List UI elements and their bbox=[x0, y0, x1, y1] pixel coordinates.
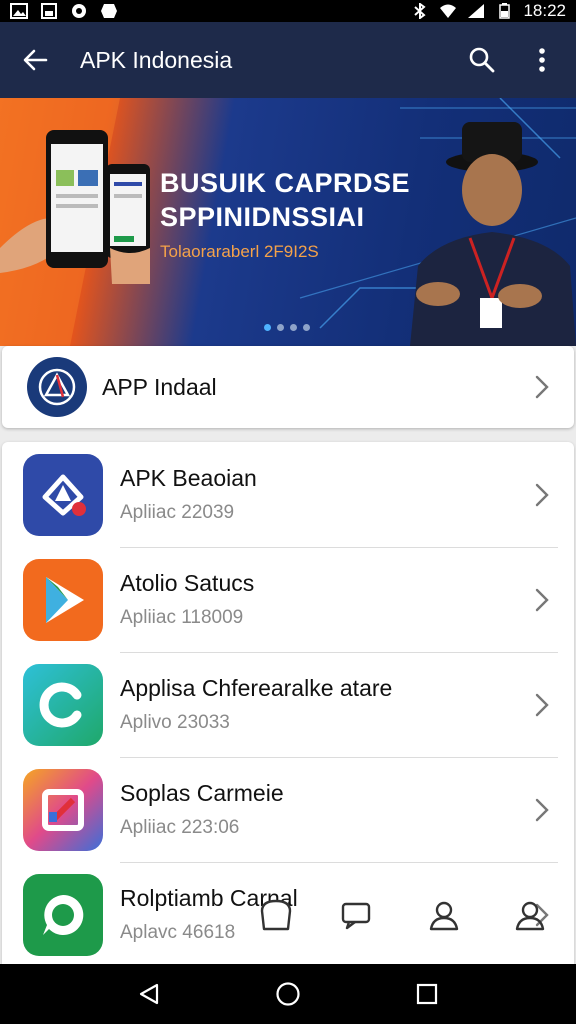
list-item[interactable]: APK Beaoian Apliiac 22039 bbox=[2, 442, 574, 547]
tab-profile[interactable] bbox=[422, 892, 466, 938]
bluetooth-icon bbox=[414, 3, 427, 19]
page-indicator-dot[interactable] bbox=[303, 324, 310, 331]
notification-icons bbox=[10, 3, 118, 19]
apk-beaoian-icon bbox=[23, 453, 103, 536]
app-title: Soplas Carmeie bbox=[120, 780, 284, 806]
page-title: APK Indonesia bbox=[80, 46, 233, 73]
chevron-right-icon bbox=[522, 685, 562, 725]
featured-app-logo bbox=[27, 357, 87, 417]
app-subtitle: Apliiac 118009 bbox=[120, 607, 244, 628]
back-button[interactable] bbox=[0, 22, 70, 98]
message-icon bbox=[341, 902, 371, 930]
search-icon bbox=[469, 47, 495, 73]
nav-back-button[interactable] bbox=[124, 969, 174, 1019]
chevron-right-icon bbox=[522, 367, 562, 407]
promo-banner[interactable]: BUSUIK CAPRDSE SPPINIDNSSIAI Tolaorarabe… bbox=[0, 98, 576, 346]
signal-icon bbox=[468, 4, 485, 18]
c-logo-icon bbox=[23, 663, 103, 746]
gallery-notification-icon bbox=[10, 3, 28, 19]
image-notification-icon bbox=[41, 3, 57, 19]
camera-frame-icon bbox=[23, 768, 103, 851]
person-icon bbox=[515, 901, 545, 931]
record-notification-icon bbox=[72, 4, 86, 18]
nav-back-icon bbox=[140, 983, 159, 1005]
system-nav-bar bbox=[0, 964, 576, 1024]
banner-headline-2: SPPINIDNSSIAI bbox=[160, 202, 365, 232]
app-bar: APK Indonesia bbox=[0, 22, 576, 98]
overflow-menu-button[interactable] bbox=[512, 22, 572, 98]
tab-messages[interactable] bbox=[334, 892, 378, 938]
arrow-back-icon bbox=[23, 49, 48, 71]
nav-home-button[interactable] bbox=[263, 969, 313, 1019]
featured-app-card[interactable]: APP Indaal bbox=[2, 346, 574, 428]
chevron-right-icon bbox=[522, 790, 562, 830]
page-indicator-dot[interactable] bbox=[264, 324, 271, 331]
chevron-right-icon bbox=[522, 580, 562, 620]
wifi-icon bbox=[440, 4, 457, 18]
battery-icon bbox=[499, 3, 511, 19]
chevron-right-icon bbox=[522, 475, 562, 515]
page-indicator bbox=[264, 324, 310, 331]
triangle-emblem-icon bbox=[38, 368, 76, 406]
app-title: Atolio Satucs bbox=[120, 570, 255, 596]
app-subtitle: Aplivo 23033 bbox=[120, 712, 230, 733]
status-bar: 18:22 bbox=[0, 0, 576, 22]
banner-headline-1: BUSUIK CAPRDSE bbox=[160, 168, 411, 198]
list-item[interactable]: Atolio Satucs Apliiac 118009 bbox=[2, 547, 574, 652]
tab-home[interactable] bbox=[254, 892, 298, 938]
app-list: APK Beaoian Apliiac 22039 Atolio Satucs … bbox=[2, 442, 574, 964]
list-item[interactable]: Applisa Chferearalke atare Aplivo 23033 bbox=[2, 652, 574, 757]
bottom-tab-bar bbox=[250, 892, 576, 942]
nav-recents-button[interactable] bbox=[402, 969, 452, 1019]
banner-text: BUSUIK CAPRDSE SPPINIDNSSIAI Tolaorarabe… bbox=[160, 166, 410, 262]
app-subtitle: Apliiac 22039 bbox=[120, 502, 235, 523]
play-triangle-icon bbox=[23, 558, 103, 641]
tag-notification-icon bbox=[101, 4, 117, 18]
list-item[interactable]: Soplas Carmeie Apliiac 223:06 bbox=[2, 757, 574, 862]
app-title: Applisa Chferearalke atare bbox=[120, 675, 393, 701]
person-icon bbox=[429, 901, 459, 931]
search-button[interactable] bbox=[452, 22, 512, 98]
more-vertical-icon bbox=[539, 48, 545, 72]
chat-bubble-icon bbox=[23, 873, 103, 956]
tab-account[interactable] bbox=[508, 892, 552, 938]
app-subtitle: Apliiac 223:06 bbox=[120, 817, 240, 838]
page-indicator-dot[interactable] bbox=[290, 324, 297, 331]
store-bag-icon bbox=[260, 899, 292, 931]
banner-subtitle: Tolaoraraberl 2F9I2S bbox=[160, 242, 319, 261]
page-indicator-dot[interactable] bbox=[277, 324, 284, 331]
app-title: APK Beaoian bbox=[120, 465, 257, 491]
nav-home-icon bbox=[276, 982, 300, 1006]
nav-recents-icon bbox=[416, 983, 437, 1005]
featured-app-label: APP Indaal bbox=[102, 373, 217, 400]
status-time: 18:22 bbox=[523, 1, 566, 20]
